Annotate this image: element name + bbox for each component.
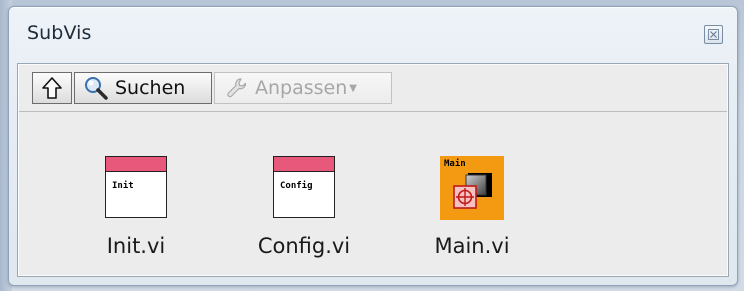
close-button[interactable]	[704, 25, 723, 44]
chevron-down-icon: ▼	[349, 82, 357, 94]
palette-panel: Suchen Anpassen ▼ Init Init.vi Config Co…	[17, 63, 729, 277]
up-button[interactable]	[32, 72, 72, 104]
arrow-up-icon	[42, 77, 62, 99]
vi-item-name: Main.vi	[434, 234, 510, 258]
customize-button[interactable]: Anpassen ▼	[214, 72, 392, 104]
search-button-label: Suchen	[115, 77, 186, 99]
vi-config-icon-label: Config	[280, 181, 313, 191]
vi-main-icon: Main	[440, 156, 504, 220]
customize-button-label: Anpassen	[255, 77, 348, 99]
vi-item-init[interactable]: Init Init.vi	[66, 156, 206, 258]
magnifier-icon	[85, 77, 108, 100]
search-button[interactable]: Suchen	[74, 72, 212, 104]
toolbar-divider	[19, 111, 727, 112]
vi-init-icon-label: Init	[112, 181, 134, 191]
subvis-window: SubVis Suchen Anpassen ▼ Init Init.vi Co…	[8, 6, 738, 286]
vi-item-name: Config.vi	[257, 234, 351, 258]
vi-item-main[interactable]: Main Main.vi	[402, 156, 542, 258]
vi-config-icon: Config	[272, 156, 336, 220]
window-title: SubVis	[27, 22, 92, 44]
vi-item-config[interactable]: Config Config.vi	[234, 156, 374, 258]
close-icon	[708, 29, 719, 40]
vi-init-icon: Init	[104, 156, 168, 220]
vi-item-name: Init.vi	[106, 234, 166, 258]
wrench-icon	[227, 78, 247, 98]
palette-toolbar: Suchen Anpassen ▼	[32, 72, 392, 106]
